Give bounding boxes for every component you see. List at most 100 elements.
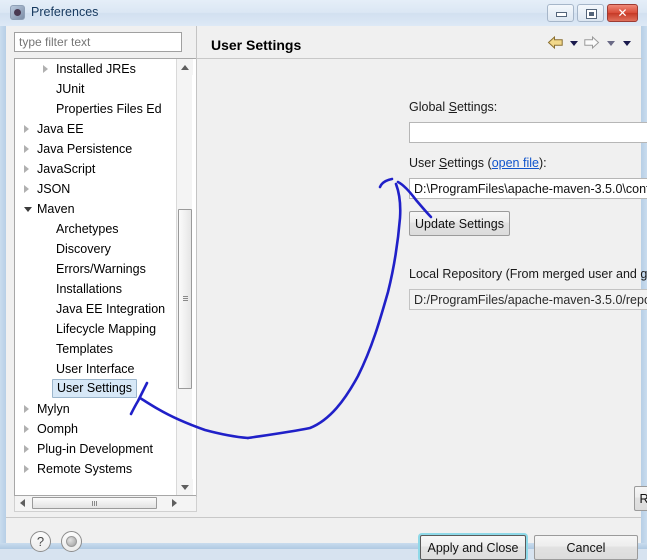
sidebar-item-mylyn[interactable]: Mylyn [15,399,185,419]
panel-navigation-toolbar [547,35,633,53]
sidebar-item-java-ee[interactable]: Java EE [15,119,185,139]
sidebar-item-lifecycle-mapping[interactable]: Lifecycle Mapping [15,319,185,339]
global-settings-input[interactable] [409,122,647,143]
sidebar-item-label: Installations [56,282,123,296]
user-settings-label-after: ): [538,156,547,170]
maximize-button[interactable] [577,4,604,22]
sidebar-item-installations[interactable]: Installations [15,279,185,299]
sidebar-item-errors-warnings[interactable]: Errors/Warnings [15,259,185,279]
tree-vertical-scrollbar-thumb[interactable] [178,209,192,389]
sidebar-item-label: JavaScript [37,162,96,176]
sidebar-item-label: JUnit [56,82,85,96]
sidebar-item-label: Mylyn [37,402,70,416]
sidebar-item-label: Java Persistence [37,142,133,156]
user-settings-mnemonic: S [438,156,448,170]
sidebar-item-label: Remote Systems [37,462,133,476]
panel-divider [197,58,642,59]
chevron-right-icon[interactable] [24,465,29,473]
filter-input[interactable] [14,32,182,52]
sidebar-item-maven[interactable]: Maven [15,199,185,219]
minimize-button[interactable] [547,4,574,22]
sidebar-item-label: Maven [37,202,75,216]
back-history-chevron-down-icon[interactable] [567,35,580,50]
preferences-tree-list: Installed JREs JUnit Properties Files Ed Ja… [15,59,185,479]
sidebar-item-label: User Interface [56,362,135,376]
sidebar-item-java-ee-integration[interactable]: Java EE Integration [15,299,185,319]
chevron-right-icon[interactable] [24,445,29,453]
sidebar-item-properties-files-ed[interactable]: Properties Files Ed [15,99,185,119]
window-title: Preferences [31,5,99,19]
sidebar-item-label: Templates [56,342,113,356]
chevron-right-icon[interactable] [24,185,29,193]
sidebar-item-java-persistence[interactable]: Java Persistence [15,139,185,159]
chevron-right-icon[interactable] [24,425,29,433]
sidebar-item-label: Discovery [56,242,111,256]
tree-vertical-scrollbar[interactable] [176,59,193,495]
user-settings-input[interactable] [409,178,647,199]
window-frame-right [641,26,647,549]
preferences-window: Preferences ✕ Installed JREs JUnit Propert… [0,0,647,560]
chevron-right-icon[interactable] [43,65,48,73]
tree-horizontal-scrollbar-thumb[interactable] [32,497,157,509]
sidebar-item-label: JSON [37,182,71,196]
sidebar-item-label: Oomph [37,422,78,436]
page-title: User Settings [211,37,302,53]
forward-history-chevron-down-icon[interactable] [604,35,617,50]
local-repository-label: Local Repository (From merged user and g… [409,267,647,281]
sidebar-item-json[interactable]: JSON [15,179,185,199]
chevron-right-icon[interactable] [24,165,29,173]
open-file-link[interactable]: open file [492,156,539,170]
sidebar-item-label: Plug-in Development [37,442,154,456]
user-settings-label: User Settings (open file): [409,156,547,170]
forward-arrow-icon[interactable] [583,35,600,50]
scroll-up-icon[interactable] [177,59,193,75]
sidebar-item-junit[interactable]: JUnit [15,79,185,99]
dialog-client-area: Installed JREs JUnit Properties Files Ed Ja… [6,26,647,560]
cancel-button[interactable]: Cancel [534,535,638,560]
window-title-bar[interactable]: Preferences ✕ [0,0,647,26]
sidebar-item-label: Installed JREs [56,62,136,76]
sidebar-item-label: User Settings [52,379,138,398]
sidebar-item-discovery[interactable]: Discovery [15,239,185,259]
update-settings-button[interactable]: Update Settings [409,211,510,236]
user-settings-label-before: User [409,156,439,170]
preferences-tree[interactable]: Installed JREs JUnit Properties Files Ed Ja… [14,58,197,496]
user-settings-panel: User Settings Global Settings: User Sett… [196,26,647,511]
global-settings-label: Global Settings: [409,100,497,114]
sidebar-item-installed-jres[interactable]: Installed JREs [15,59,185,79]
sidebar-item-label: Archetypes [56,222,119,236]
close-button[interactable]: ✕ [607,4,638,22]
chevron-right-icon[interactable] [24,405,29,413]
preferences-icon [10,5,25,20]
sidebar-item-remote-systems[interactable]: Remote Systems [15,459,185,479]
sidebar-item-plug-in-development[interactable]: Plug-in Development [15,439,185,459]
global-settings-label-after: ettings: [456,100,498,114]
sidebar-item-templates[interactable]: Templates [15,339,185,359]
local-repository-input [409,289,647,310]
scroll-right-icon[interactable] [167,496,182,510]
back-arrow-icon[interactable] [547,35,564,50]
tree-horizontal-scrollbar[interactable] [14,496,197,512]
preferences-tree-panel: Installed JREs JUnit Properties Files Ed Ja… [6,26,197,512]
sidebar-item-user-settings[interactable]: User Settings [15,379,185,399]
sidebar-item-oomph[interactable]: Oomph [15,419,185,439]
chevron-down-icon[interactable] [24,207,32,212]
sidebar-item-label: Errors/Warnings [56,262,146,276]
sidebar-item-user-interface[interactable]: User Interface [15,359,185,379]
scroll-down-icon[interactable] [177,479,193,495]
sidebar-item-javascript[interactable]: JavaScript [15,159,185,179]
close-icon: ✕ [617,6,628,20]
chevron-right-icon[interactable] [24,125,29,133]
view-menu-chevron-down-icon[interactable] [620,35,633,50]
user-settings-label-mid: ettings ( [447,156,492,170]
global-settings-mnemonic: S [448,100,457,114]
sidebar-item-label: Java EE [37,122,84,136]
sidebar-item-archetypes[interactable]: Archetypes [15,219,185,239]
chevron-right-icon[interactable] [24,145,29,153]
sidebar-item-label: Properties Files Ed [56,102,162,116]
scroll-left-icon[interactable] [15,496,30,510]
apply-and-close-button[interactable]: Apply and Close [420,535,526,560]
restore-defaults-button[interactable]: Restore Defaults [634,486,647,511]
sidebar-item-label: Lifecycle Mapping [56,322,157,336]
global-settings-label-before: Global [409,100,449,114]
